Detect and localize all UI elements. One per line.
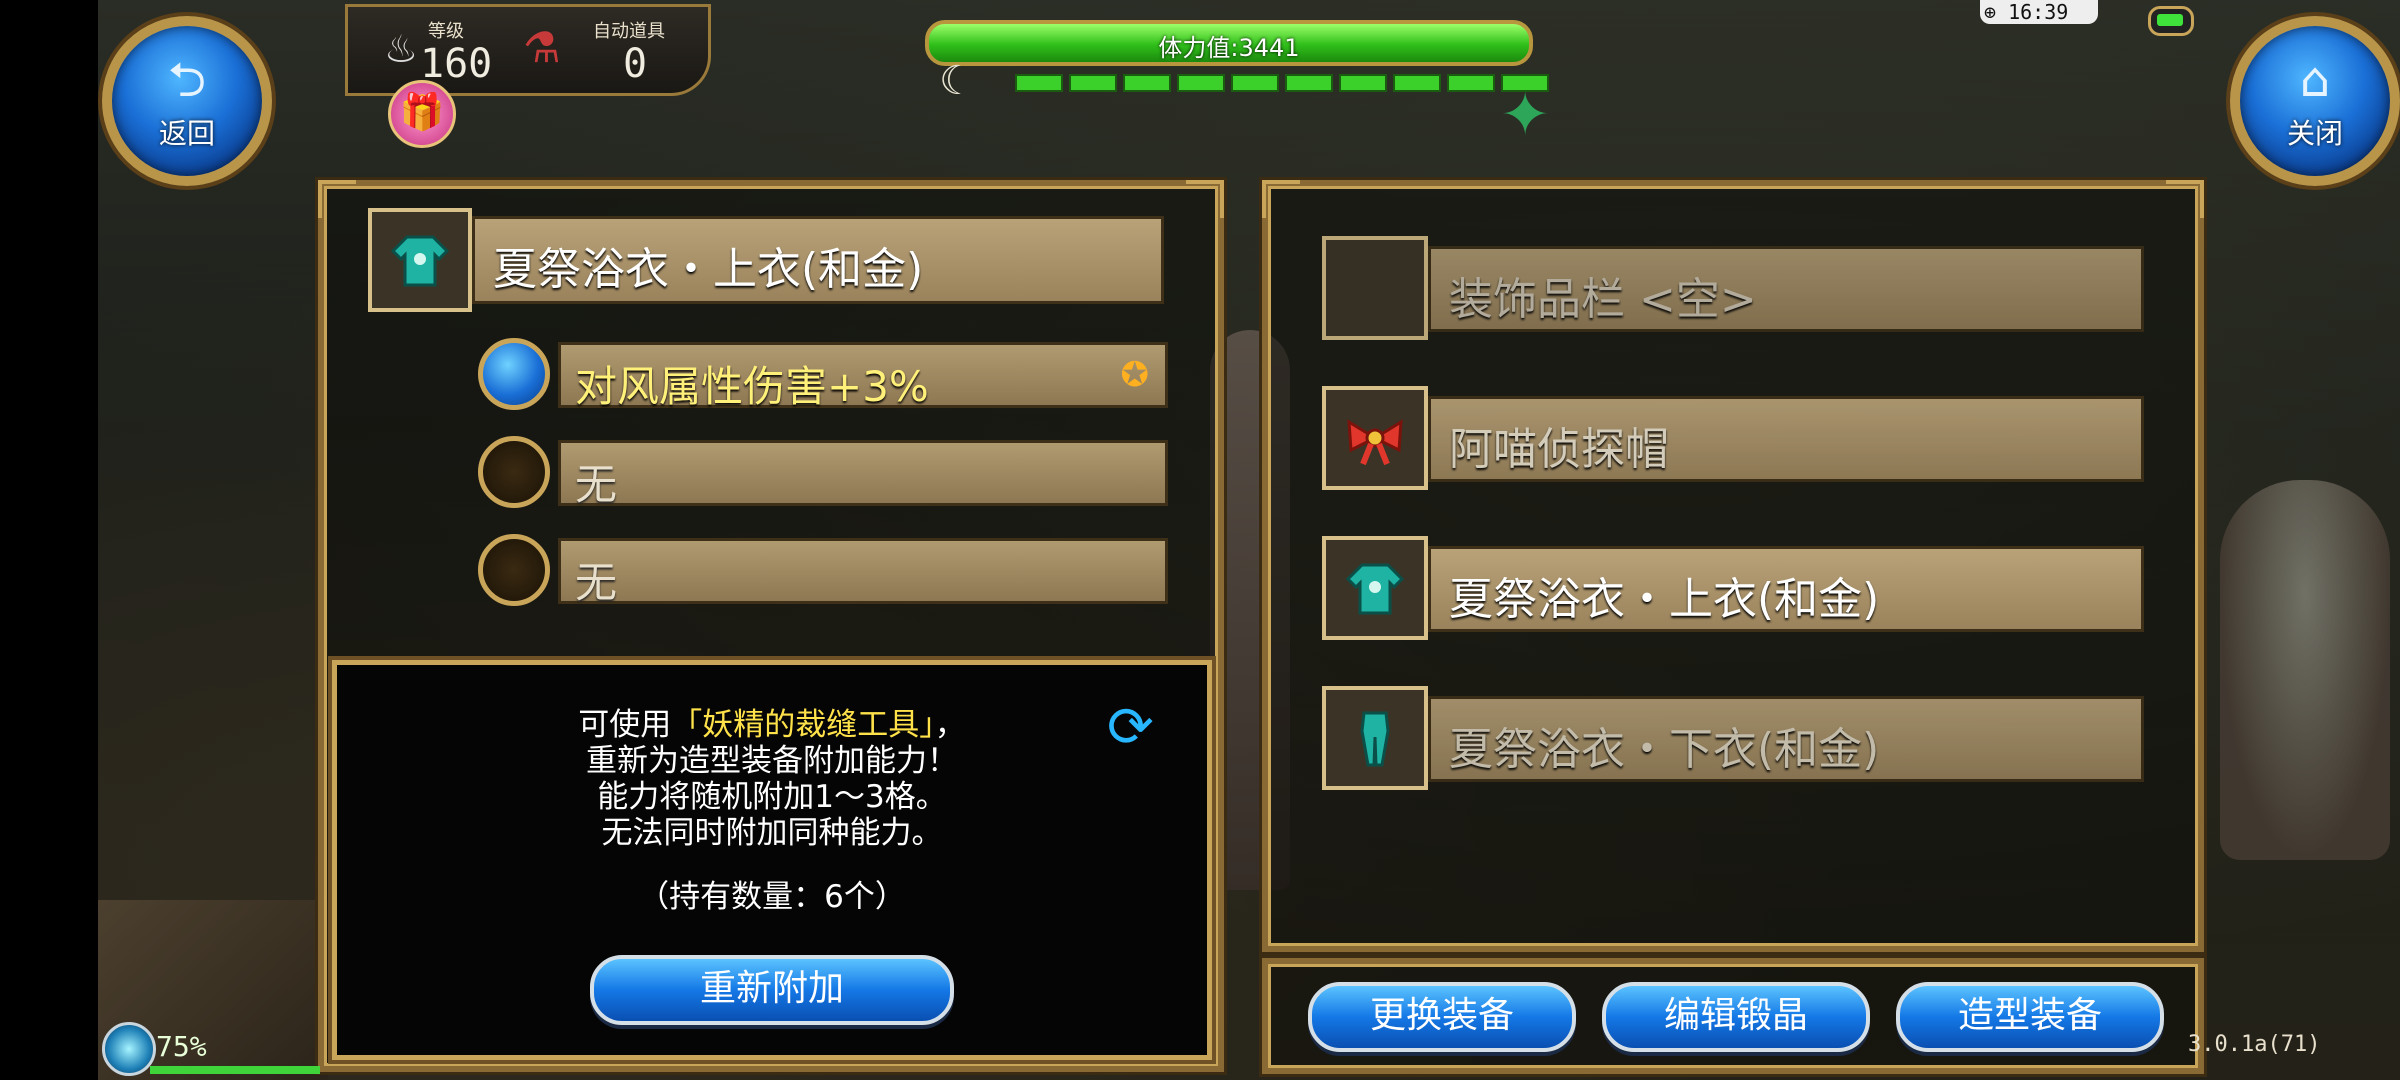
home-icon: ⌂ <box>2299 52 2331 108</box>
reattach-info-box: 可使用「妖精的裁缝工具」， 重新为造型装备附加能力！ 能力将随机附加1～3格。 … <box>332 660 1212 1060</box>
bow-hat-icon <box>1322 386 1428 490</box>
ability-text: 无 <box>575 558 618 607</box>
moon-icon: ☾ <box>939 58 975 104</box>
exp-percent: 75% <box>156 1030 207 1063</box>
player-status-plate: ♨ 等级 160 ⚗ 自动道具 0 <box>345 4 711 96</box>
slot-name: 阿喵侦探帽 <box>1449 424 1669 475</box>
back-button[interactable]: ⮌ 返回 <box>102 16 272 186</box>
stamina-pips <box>1015 74 1549 92</box>
info-line-4: 无法同时附加同种能力。 <box>601 815 943 851</box>
panel-corner <box>2166 180 2204 218</box>
slot-bar: 夏祭浴衣・上衣(和金) <box>1428 546 2144 632</box>
auto-item-value: 0 <box>623 41 648 87</box>
panel-corner <box>1186 180 1224 218</box>
panel-corner <box>1262 180 1300 218</box>
clock-text: 16:39 <box>2008 0 2069 24</box>
upper-garment-icon <box>1322 536 1428 640</box>
ability-bar: 无 <box>558 440 1168 509</box>
empty-slot-icon <box>1322 236 1428 340</box>
ability-slot-2[interactable]: 无 <box>478 436 1168 510</box>
reattach-button[interactable]: 重新附加 <box>590 955 954 1025</box>
ability-empty-orb-icon <box>478 436 550 508</box>
stamina-pip <box>1069 74 1117 92</box>
equipment-slot-upper[interactable]: 夏祭浴衣・上衣(和金) <box>1322 536 2144 640</box>
stamina-pip <box>1339 74 1387 92</box>
clock-display: ⊕ 16:39 <box>1980 0 2098 24</box>
close-button-label: 关闭 <box>2286 117 2343 150</box>
ability-bar: 对风属性伤害+3% ✪ <box>558 342 1168 411</box>
sparkle-icon: ✦ <box>1500 80 1551 150</box>
edit-crystal-button[interactable]: 编辑锻晶 <box>1602 982 1870 1052</box>
level-icon: ♨ <box>384 27 419 71</box>
left-letterbox <box>0 0 98 1080</box>
game-screen: ⮌ 返回 ⌂ 关闭 ♨ 等级 160 ⚗ 自动道具 0 🎁 体力值:3441 ☾ <box>0 0 2400 1080</box>
stamina-pip <box>1177 74 1225 92</box>
ability-slot-1[interactable]: 对风属性伤害+3% ✪ <box>478 338 1168 412</box>
slot-name: 夏祭浴衣・上衣(和金) <box>1449 574 1880 625</box>
stamina-pip <box>1393 74 1441 92</box>
ability-empty-orb-icon <box>478 534 550 606</box>
background-character-right <box>2220 480 2390 860</box>
ability-text: 对风属性伤害+3% <box>575 362 929 411</box>
lower-garment-icon <box>1322 686 1428 790</box>
stamina-pip <box>1447 74 1495 92</box>
costume-equipment-button[interactable]: 造型装备 <box>1896 982 2164 1052</box>
ability-active-orb-icon <box>478 338 550 410</box>
return-arrow-icon: ⮌ <box>167 52 207 108</box>
exp-bar <box>150 1066 320 1074</box>
auto-item-label: 自动道具 <box>593 21 665 42</box>
exp-orb-icon <box>102 1022 156 1076</box>
gift-icon[interactable]: 🎁 <box>388 80 456 148</box>
equipment-slot-head[interactable]: 阿喵侦探帽 <box>1322 386 2144 490</box>
star-icon: ✪ <box>1120 355 1150 395</box>
slot-name: 装饰品栏 <空> <box>1449 274 1757 325</box>
ability-text: 无 <box>575 460 618 509</box>
slot-bar: 阿喵侦探帽 <box>1428 396 2144 482</box>
stamina-pip <box>1123 74 1171 92</box>
version-text: 3.0.1a(71) <box>2188 1032 2321 1057</box>
potion-icon: ⚗ <box>523 23 561 72</box>
refresh-icon[interactable]: ⟳ <box>1107 695 1154 760</box>
slot-bar: 装饰品栏 <空> <box>1428 246 2144 332</box>
battery-icon <box>2148 6 2194 36</box>
panel-corner <box>318 180 356 218</box>
equipment-slot-accessory[interactable]: 装饰品栏 <空> <box>1322 236 2144 340</box>
upper-garment-icon <box>368 208 472 312</box>
back-button-label: 返回 <box>158 117 215 150</box>
stamina-pip <box>1015 74 1063 92</box>
level-value: 160 <box>420 41 493 87</box>
equipment-slot-lower[interactable]: 夏祭浴衣・下衣(和金) <box>1322 686 2144 790</box>
clock-icon: ⊕ <box>1984 0 1997 24</box>
slot-bar: 夏祭浴衣・下衣(和金) <box>1428 696 2144 782</box>
level-label: 等级 <box>428 21 464 42</box>
stamina-text: 体力值:3441 <box>1158 34 1300 62</box>
stamina-pip <box>1231 74 1279 92</box>
ability-bar: 无 <box>558 538 1168 607</box>
selected-item-row: 夏祭浴衣・上衣(和金) <box>368 208 1168 312</box>
selected-item-bar: 夏祭浴衣・上衣(和金) <box>472 216 1164 304</box>
selected-item-name: 夏祭浴衣・上衣(和金) <box>493 244 924 295</box>
stamina-bar: 体力值:3441 <box>925 20 1533 66</box>
stamina-gauge: 体力值:3441 ☾ <box>915 14 1549 104</box>
close-button[interactable]: ⌂ 关闭 <box>2230 16 2400 186</box>
change-equipment-button[interactable]: 更换装备 <box>1308 982 1576 1052</box>
stamina-pip <box>1285 74 1333 92</box>
info-line-5: （持有数量：6个） <box>638 879 906 915</box>
ability-slot-3[interactable]: 无 <box>478 534 1168 608</box>
slot-name: 夏祭浴衣・下衣(和金) <box>1449 724 1880 775</box>
